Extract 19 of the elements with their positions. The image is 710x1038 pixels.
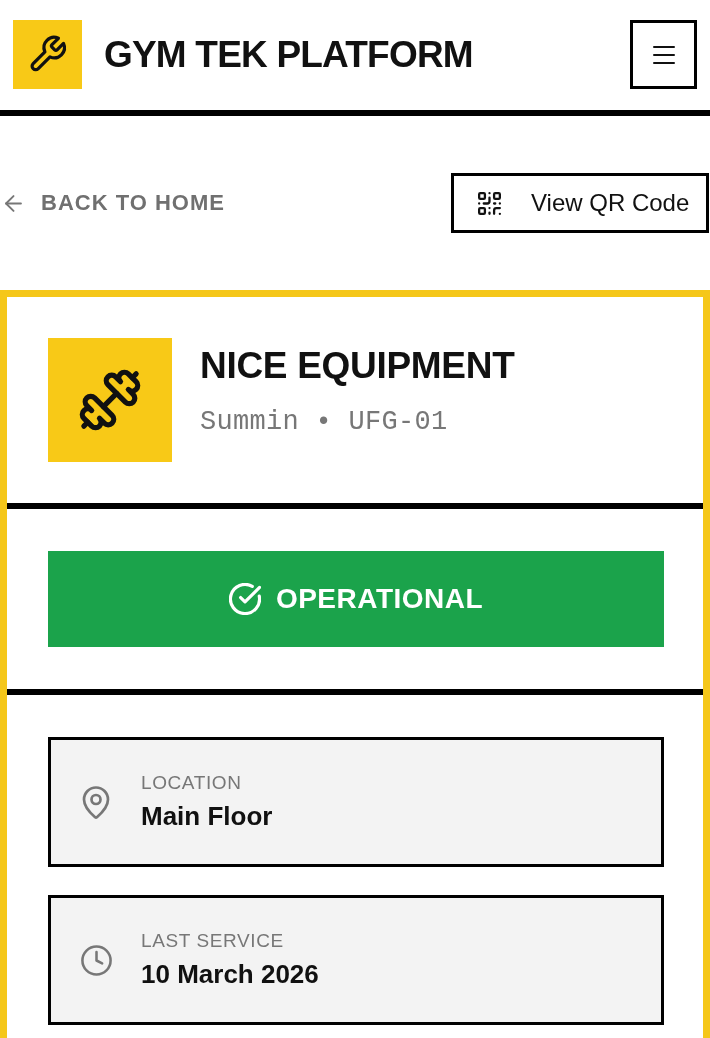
map-pin-icon xyxy=(82,785,110,819)
arrow-left-icon xyxy=(5,194,22,212)
wrench-icon xyxy=(13,20,82,89)
check-circle-icon xyxy=(228,583,261,615)
qr-code-button[interactable]: View QR Code xyxy=(451,173,709,233)
detail-value: 10 March 2026 xyxy=(141,958,319,990)
menu-button[interactable] xyxy=(630,20,697,89)
qr-code-icon xyxy=(478,191,501,215)
back-link[interactable]: BACK TO HOME xyxy=(5,190,225,216)
status-label: OPERATIONAL xyxy=(275,583,484,615)
clock-icon xyxy=(81,944,112,976)
menu-icon xyxy=(652,45,675,64)
equipment-subtitle: Summin • UFG-01 xyxy=(200,406,449,437)
equipment-name: NICE EQUIPMENT xyxy=(200,346,515,387)
app-title: GYM TEK PLATFORM xyxy=(104,36,474,73)
detail-value: Main Floor xyxy=(141,800,273,832)
detail-label: LOCATION xyxy=(141,772,243,795)
dumbbell-icon xyxy=(48,338,172,462)
detail-label: LAST SERVICE xyxy=(141,930,285,953)
